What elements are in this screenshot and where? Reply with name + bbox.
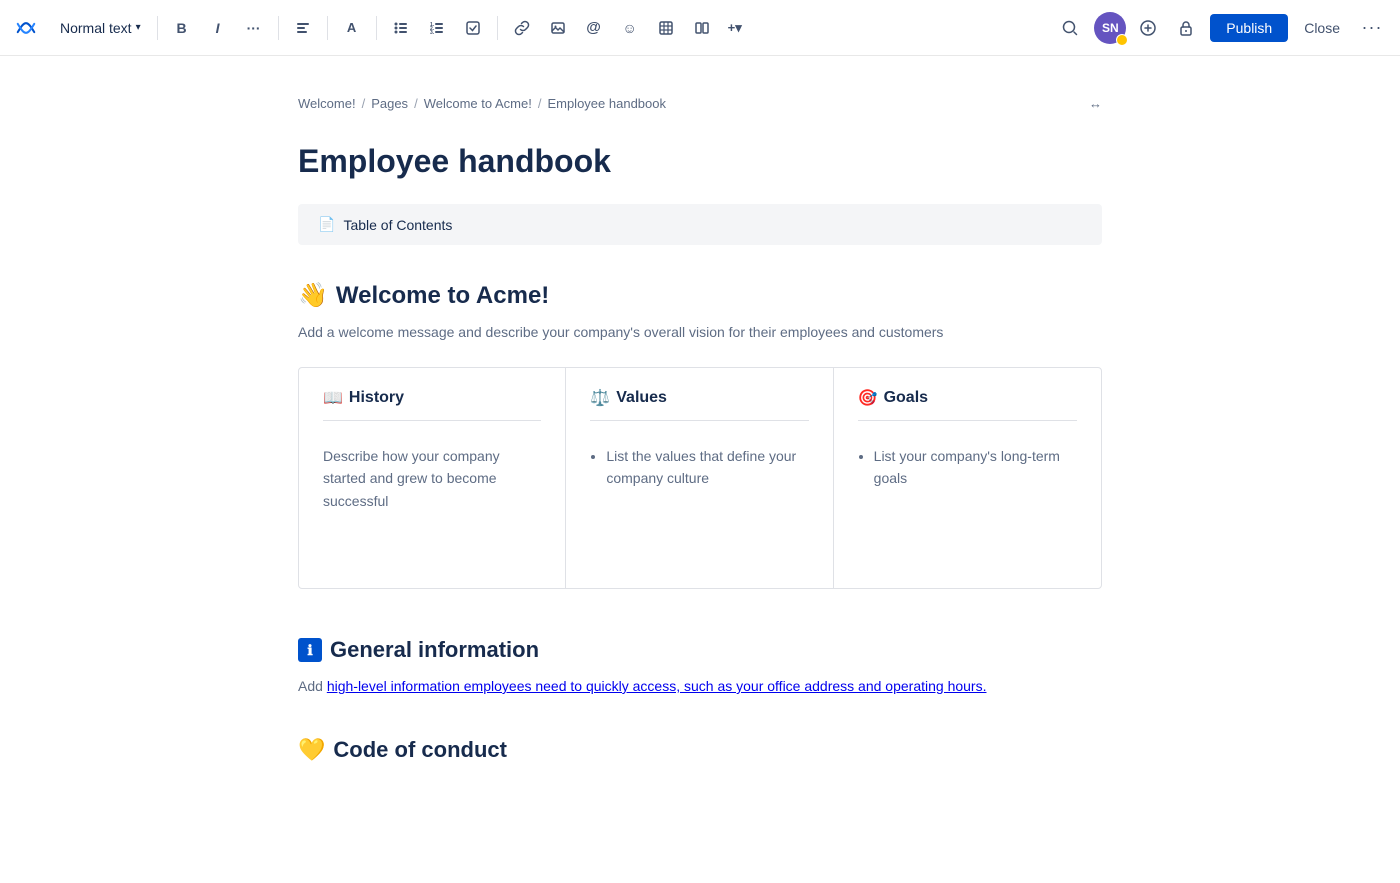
section-general-info: ℹ General information Add high-level inf… bbox=[298, 637, 1102, 697]
welcome-emoji: 👋 bbox=[298, 281, 328, 310]
section-welcome: 👋 Welcome to Acme! Add a welcome message… bbox=[298, 281, 1102, 589]
values-emoji: ⚖️ bbox=[590, 388, 610, 408]
avatar-badge bbox=[1116, 34, 1128, 46]
card-history-body: Describe how your company started and gr… bbox=[323, 433, 541, 512]
toc-icon: 📄 bbox=[318, 216, 335, 233]
bullet-list-button[interactable] bbox=[385, 12, 417, 44]
mention-button[interactable]: @ bbox=[578, 12, 610, 44]
breadcrumb-expand[interactable]: ↔ bbox=[1089, 96, 1102, 111]
expand-icon: ↔ bbox=[1089, 96, 1102, 111]
restrict-button[interactable] bbox=[1170, 12, 1202, 44]
card-values-title: ⚖️ Values bbox=[590, 388, 808, 421]
bold-button[interactable]: B bbox=[166, 12, 198, 44]
card-values[interactable]: ⚖️ Values List the values that define yo… bbox=[566, 368, 833, 588]
code-of-conduct-heading: 💛 Code of conduct bbox=[298, 737, 1102, 763]
toc-label: Table of Contents bbox=[343, 217, 452, 233]
italic-button[interactable]: I bbox=[202, 12, 234, 44]
breadcrumb-sep-2: / bbox=[414, 96, 418, 111]
section-code-of-conduct: 💛 Code of conduct bbox=[298, 737, 1102, 763]
toolbar-divider-3 bbox=[327, 16, 328, 40]
general-info-heading: ℹ General information bbox=[298, 637, 1102, 663]
breadcrumb-item-pages[interactable]: Pages bbox=[371, 96, 408, 111]
card-history[interactable]: 📖 History Describe how your company star… bbox=[299, 368, 566, 588]
history-emoji: 📖 bbox=[323, 388, 343, 408]
toolbar-divider-1 bbox=[157, 16, 158, 40]
svg-text:3.: 3. bbox=[430, 30, 435, 36]
insert-button[interactable]: +▾ bbox=[722, 12, 748, 44]
more-format-button[interactable]: ··· bbox=[238, 12, 270, 44]
card-goals-body: List your company's long-term goals bbox=[858, 433, 1077, 490]
logo bbox=[12, 14, 40, 42]
welcome-description: Add a welcome message and describe your … bbox=[298, 322, 1102, 343]
general-info-description: Add high-level information employees nee… bbox=[298, 675, 1102, 697]
card-goals-title: 🎯 Goals bbox=[858, 388, 1077, 421]
align-button[interactable] bbox=[287, 12, 319, 44]
close-label: Close bbox=[1304, 20, 1340, 36]
publish-label: Publish bbox=[1226, 20, 1272, 36]
page-title: Employee handbook bbox=[298, 143, 1102, 180]
breadcrumb: Welcome! / Pages / Welcome to Acme! / Em… bbox=[298, 96, 1102, 111]
card-history-title: 📖 History bbox=[323, 388, 541, 421]
toc-block[interactable]: 📄 Table of Contents bbox=[298, 204, 1102, 245]
page-content: Welcome! / Pages / Welcome to Acme! / Em… bbox=[250, 56, 1150, 883]
columns-button[interactable] bbox=[686, 12, 718, 44]
breadcrumb-sep-1: / bbox=[362, 96, 366, 111]
chevron-down-icon: ▾ bbox=[136, 22, 141, 33]
breadcrumb-sep-3: / bbox=[538, 96, 542, 111]
text-style-label: Normal text bbox=[60, 20, 132, 36]
close-button[interactable]: Close bbox=[1296, 14, 1348, 42]
avatar[interactable]: SN bbox=[1094, 12, 1126, 44]
card-values-body: List the values that define your company… bbox=[590, 433, 808, 490]
toolbar-divider-5 bbox=[497, 16, 498, 40]
toolbar-divider-2 bbox=[278, 16, 279, 40]
search-button[interactable] bbox=[1054, 12, 1086, 44]
breadcrumb-item-welcome[interactable]: Welcome! bbox=[298, 96, 356, 111]
welcome-heading: 👋 Welcome to Acme! bbox=[298, 281, 1102, 310]
breadcrumb-item-handbook[interactable]: Employee handbook bbox=[547, 96, 666, 111]
table-button[interactable] bbox=[650, 12, 682, 44]
toolbar-divider-4 bbox=[376, 16, 377, 40]
more-options-button[interactable]: ··· bbox=[1356, 12, 1388, 44]
general-info-link[interactable]: high-level information employees need to… bbox=[327, 678, 987, 694]
code-emoji: 💛 bbox=[298, 737, 325, 763]
toolbar-right: SN Publish Close ··· bbox=[1054, 12, 1388, 44]
goals-emoji: 🎯 bbox=[858, 388, 878, 408]
card-goals[interactable]: 🎯 Goals List your company's long-term go… bbox=[834, 368, 1101, 588]
image-button[interactable] bbox=[542, 12, 574, 44]
text-color-button[interactable]: A bbox=[336, 12, 368, 44]
breadcrumb-item-acme[interactable]: Welcome to Acme! bbox=[424, 96, 532, 111]
info-emoji: ℹ bbox=[298, 638, 322, 662]
link-button[interactable] bbox=[506, 12, 538, 44]
add-collaborator-button[interactable] bbox=[1134, 14, 1162, 42]
publish-button[interactable]: Publish bbox=[1210, 14, 1288, 42]
toolbar: Normal text ▾ B I ··· A 1.2.3. @ ☺ bbox=[0, 0, 1400, 56]
cards-grid: 📖 History Describe how your company star… bbox=[298, 367, 1102, 589]
numbered-list-button[interactable]: 1.2.3. bbox=[421, 12, 453, 44]
avatar-initials: SN bbox=[1102, 21, 1119, 35]
emoji-button[interactable]: ☺ bbox=[614, 12, 646, 44]
task-list-button[interactable] bbox=[457, 12, 489, 44]
text-style-dropdown[interactable]: Normal text ▾ bbox=[52, 16, 149, 40]
